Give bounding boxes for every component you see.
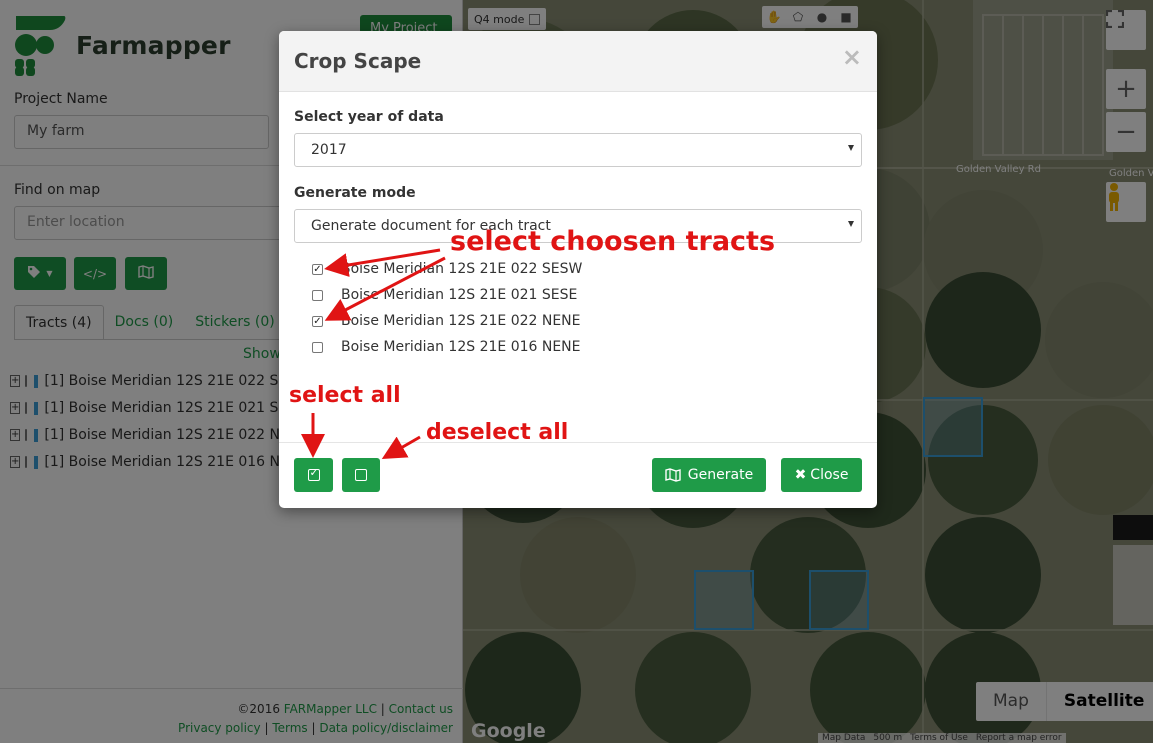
arrow-to-second-checked <box>324 256 446 321</box>
arrow-to-first-checked <box>324 248 441 277</box>
annotation-arrows <box>301 248 446 459</box>
arrow-to-deselect-all <box>381 435 421 459</box>
